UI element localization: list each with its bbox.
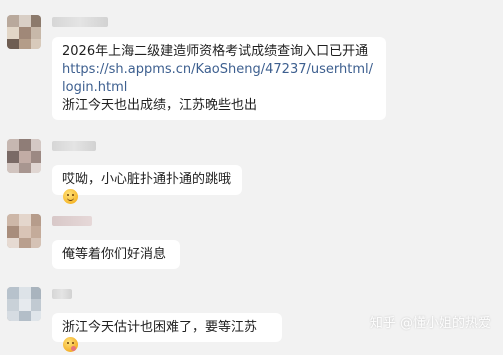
watermark: 知乎 @懂小姐的热爱	[370, 312, 491, 331]
sender-name-blurred	[52, 289, 72, 299]
sender-name-blurred	[52, 216, 92, 226]
message-bubble[interactable]: 浙江今天估计也困难了，要等江苏	[52, 313, 282, 352]
message-bubble[interactable]: 2026年上海二级建造师资格考试成绩查询入口已开通 https://sh.app…	[52, 37, 386, 120]
sender-name-blurred	[52, 141, 96, 151]
watermark-text: 知乎 @懂小姐的热爱	[369, 316, 491, 331]
avatar[interactable]	[7, 139, 41, 173]
message-bubble[interactable]: 哎呦，小心脏扑通扑通的跳哦	[52, 165, 242, 204]
avatar[interactable]	[7, 287, 41, 321]
message-link-continued[interactable]: login.html	[62, 79, 376, 97]
smile-emoji-icon	[63, 189, 78, 204]
avatar[interactable]	[7, 214, 41, 248]
sender-name-blurred	[52, 17, 108, 27]
message-text: 浙江今天估计也困难了，要等江苏	[62, 320, 258, 335]
message-text: 哎呦，小心脏扑通扑通的跳哦	[62, 172, 232, 187]
message-text: 浙江今天也出成绩，江苏晚些也出	[62, 98, 258, 113]
tongue-out-emoji-icon	[63, 337, 78, 352]
message-bubble[interactable]: 俺等着你们好消息	[52, 240, 180, 269]
message-text: 俺等着你们好消息	[62, 247, 167, 262]
message-text: 2026年上海二级建造师资格考试成绩查询入口已开通	[62, 44, 369, 59]
avatar[interactable]	[7, 15, 41, 49]
message-link[interactable]: https://sh.appms.cn/KaoSheng/47237/userh…	[62, 61, 376, 79]
